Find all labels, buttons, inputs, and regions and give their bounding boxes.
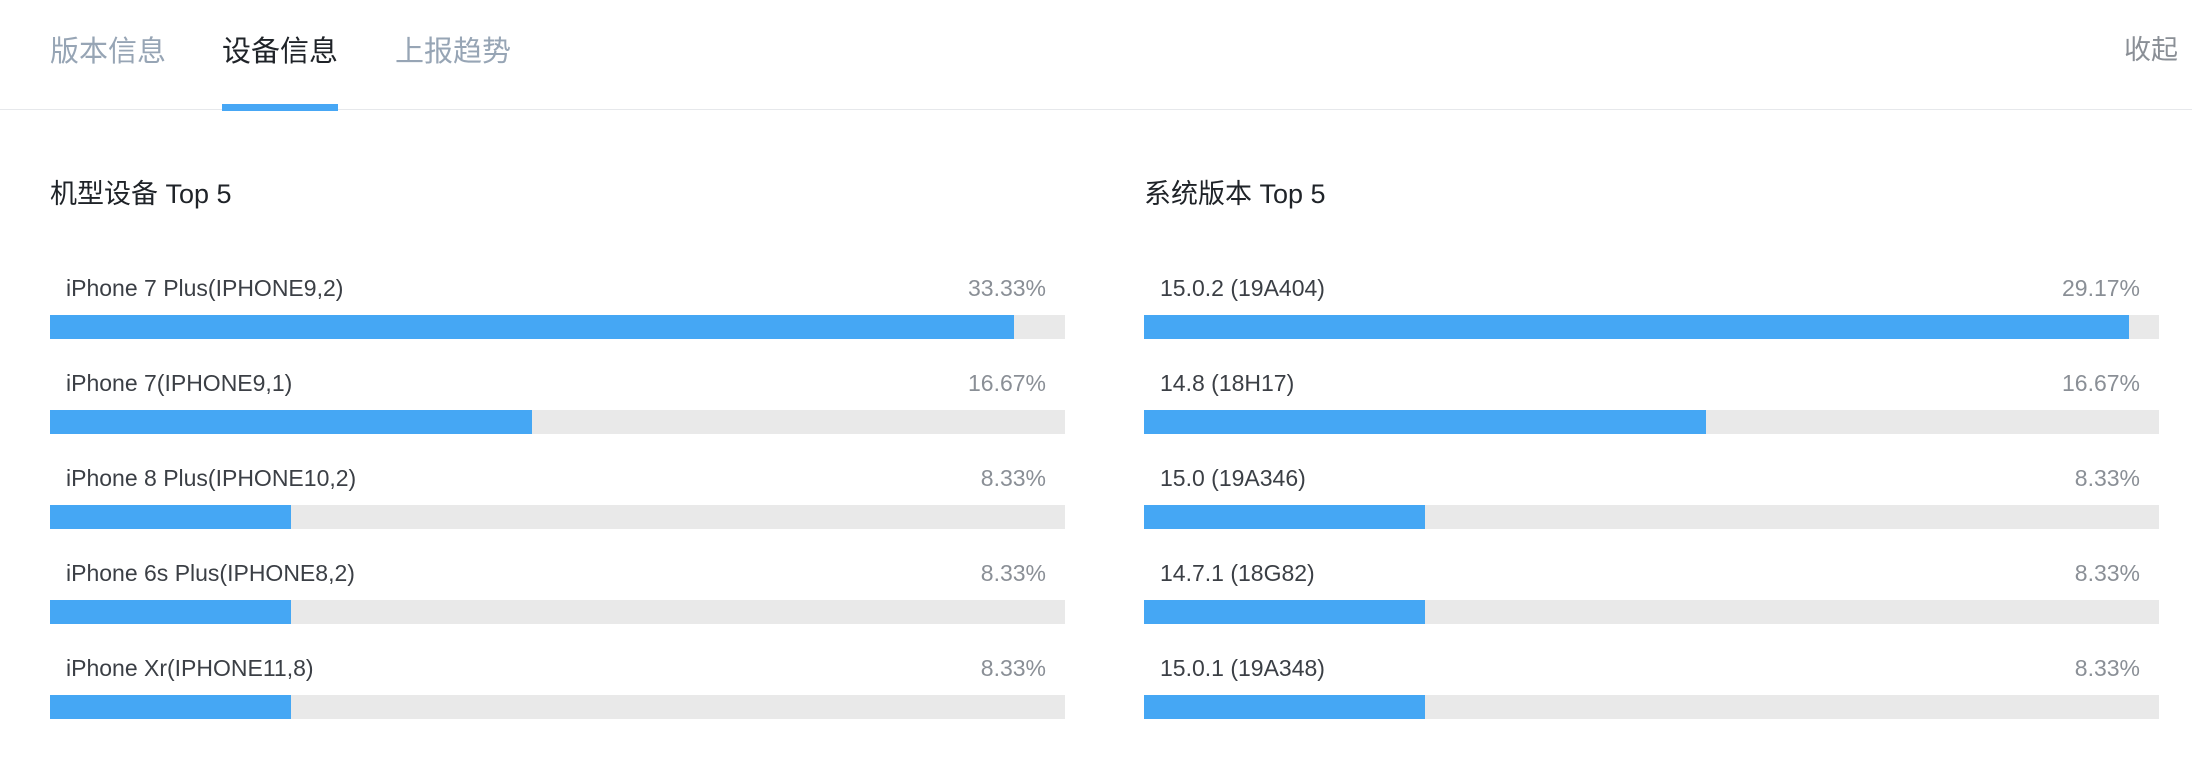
progress-fill	[50, 695, 292, 719]
tab-report-trend[interactable]: 上报趋势	[395, 0, 511, 110]
item-label: iPhone 6s Plus(IPHONE8,2)	[66, 560, 355, 586]
progress-track	[1144, 695, 2159, 719]
os-version-panel: 系统版本 Top 5 15.0.2 (19A404) 29.17% 14.8 (…	[1144, 170, 2159, 739]
tab-label: 上报趋势	[395, 36, 512, 68]
item-label: iPhone 8 Plus(IPHONE10,2)	[66, 465, 357, 491]
progress-fill	[50, 315, 1015, 339]
list-item: 14.8 (18H17) 16.67%	[1144, 359, 2159, 454]
progress-fill	[50, 410, 533, 434]
device-model-panel: 机型设备 Top 5 iPhone 7 Plus(IPHONE9,2) 33.3…	[50, 170, 1065, 739]
progress-fill	[50, 600, 292, 624]
progress-fill	[1144, 410, 1707, 434]
tab-device-info[interactable]: 设备信息	[222, 0, 339, 111]
progress-track	[1144, 600, 2159, 624]
list-item: 15.0.1 (19A348) 8.33%	[1144, 644, 2159, 739]
item-percent: 16.67%	[967, 370, 1046, 396]
tab-bar: 版本信息 设备信息 上报趋势 收起	[0, 0, 2192, 111]
progress-track	[50, 505, 1065, 529]
progress-track	[50, 315, 1065, 339]
item-percent: 29.17%	[2061, 275, 2140, 301]
panel-title: 系统版本 Top 5	[1144, 179, 1326, 209]
progress-fill	[1144, 600, 1426, 624]
item-percent: 8.33%	[2074, 465, 2140, 491]
item-label: iPhone 7(IPHONE9,1)	[66, 370, 293, 396]
progress-fill	[1144, 315, 2129, 339]
os-list: 15.0.2 (19A404) 29.17% 14.8 (18H17) 16.6…	[1144, 264, 2159, 739]
progress-track	[1144, 315, 2159, 339]
list-item: 14.7.1 (18G82) 8.33%	[1144, 549, 2159, 644]
progress-fill	[1144, 695, 1426, 719]
progress-track	[1144, 505, 2159, 529]
item-percent: 8.33%	[2074, 560, 2140, 586]
progress-fill	[1144, 505, 1426, 529]
list-item: iPhone 7 Plus(IPHONE9,2) 33.33%	[50, 264, 1065, 359]
item-label: 15.0 (19A346)	[1160, 465, 1306, 491]
item-percent: 8.33%	[980, 655, 1046, 681]
panel-title: 机型设备 Top 5	[50, 179, 232, 209]
progress-track	[1144, 410, 2159, 434]
item-label: 14.8 (18H17)	[1160, 370, 1295, 396]
item-percent: 16.67%	[2061, 370, 2140, 396]
item-percent: 8.33%	[2074, 655, 2140, 681]
progress-fill	[50, 505, 292, 529]
item-percent: 8.33%	[980, 465, 1046, 491]
tab-label: 设备信息	[222, 36, 339, 68]
list-item: iPhone 6s Plus(IPHONE8,2) 8.33%	[50, 549, 1065, 644]
list-item: 15.0 (19A346) 8.33%	[1144, 454, 2159, 549]
active-tab-indicator	[222, 104, 339, 111]
list-item: iPhone 7(IPHONE9,1) 16.67%	[50, 359, 1065, 454]
item-label: iPhone 7 Plus(IPHONE9,2)	[66, 275, 344, 301]
item-label: 15.0.1 (19A348)	[1160, 655, 1325, 681]
list-item: iPhone Xr(IPHONE11,8) 8.33%	[50, 644, 1065, 739]
item-percent: 8.33%	[980, 560, 1046, 586]
collapse-button[interactable]: 收起	[2124, 0, 2178, 100]
progress-track	[50, 695, 1065, 719]
device-list: iPhone 7 Plus(IPHONE9,2) 33.33% iPhone 7…	[50, 264, 1065, 739]
item-percent: 33.33%	[967, 275, 1046, 301]
progress-track	[50, 600, 1065, 624]
progress-track	[50, 410, 1065, 434]
tab-version-info[interactable]: 版本信息	[50, 0, 166, 110]
list-item: iPhone 8 Plus(IPHONE10,2) 8.33%	[50, 454, 1065, 549]
item-label: 14.7.1 (18G82)	[1160, 560, 1315, 586]
tab-label: 版本信息	[50, 36, 167, 68]
item-label: iPhone Xr(IPHONE11,8)	[66, 655, 314, 681]
list-item: 15.0.2 (19A404) 29.17%	[1144, 264, 2159, 359]
item-label: 15.0.2 (19A404)	[1160, 275, 1325, 301]
